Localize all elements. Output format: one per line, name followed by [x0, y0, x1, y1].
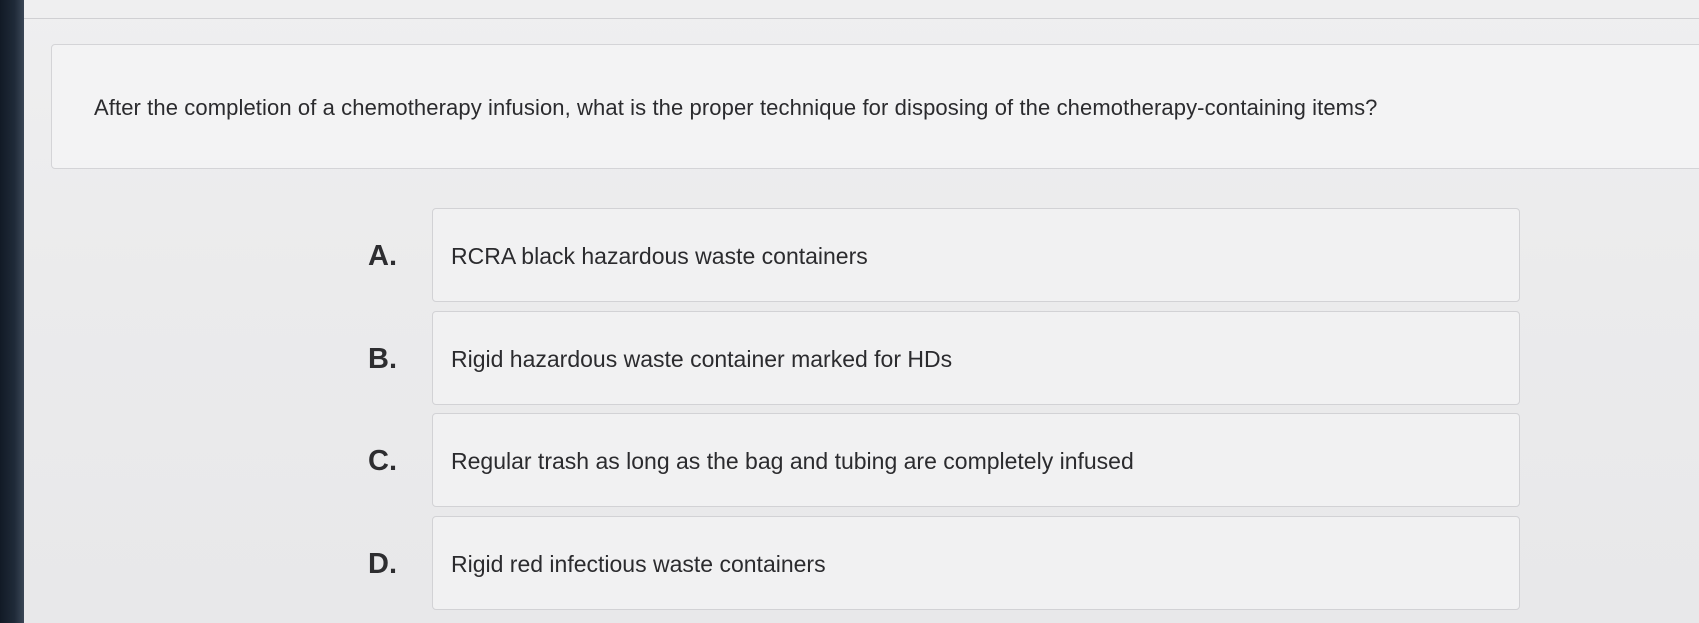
option-text: Regular trash as long as the bag and tub… [451, 448, 1134, 474]
top-divider [24, 18, 1699, 19]
option-letter: C. [368, 445, 397, 477]
option-letter: D. [368, 548, 397, 580]
option-text: RCRA black hazardous waste containers [451, 243, 868, 269]
option-letter: A. [368, 240, 397, 272]
question-text: After the completion of a chemotherapy i… [94, 95, 1378, 120]
option-d[interactable]: D. Rigid red infectious waste containers [360, 516, 1520, 610]
option-d-button[interactable]: Rigid red infectious waste containers [432, 516, 1520, 610]
option-c[interactable]: C. Regular trash as long as the bag and … [360, 413, 1520, 507]
option-c-button[interactable]: Regular trash as long as the bag and tub… [432, 413, 1520, 507]
option-a-button[interactable]: RCRA black hazardous waste containers [432, 208, 1520, 302]
option-text: Rigid hazardous waste container marked f… [451, 346, 953, 372]
question-card: After the completion of a chemotherapy i… [51, 44, 1699, 169]
option-a[interactable]: A. RCRA black hazardous waste containers [360, 208, 1520, 302]
option-b-button[interactable]: Rigid hazardous waste container marked f… [432, 311, 1520, 405]
monitor-bezel [0, 0, 24, 623]
option-letter: B. [368, 343, 397, 375]
option-text: Rigid red infectious waste containers [451, 551, 826, 577]
option-b[interactable]: B. Rigid hazardous waste container marke… [360, 311, 1520, 405]
